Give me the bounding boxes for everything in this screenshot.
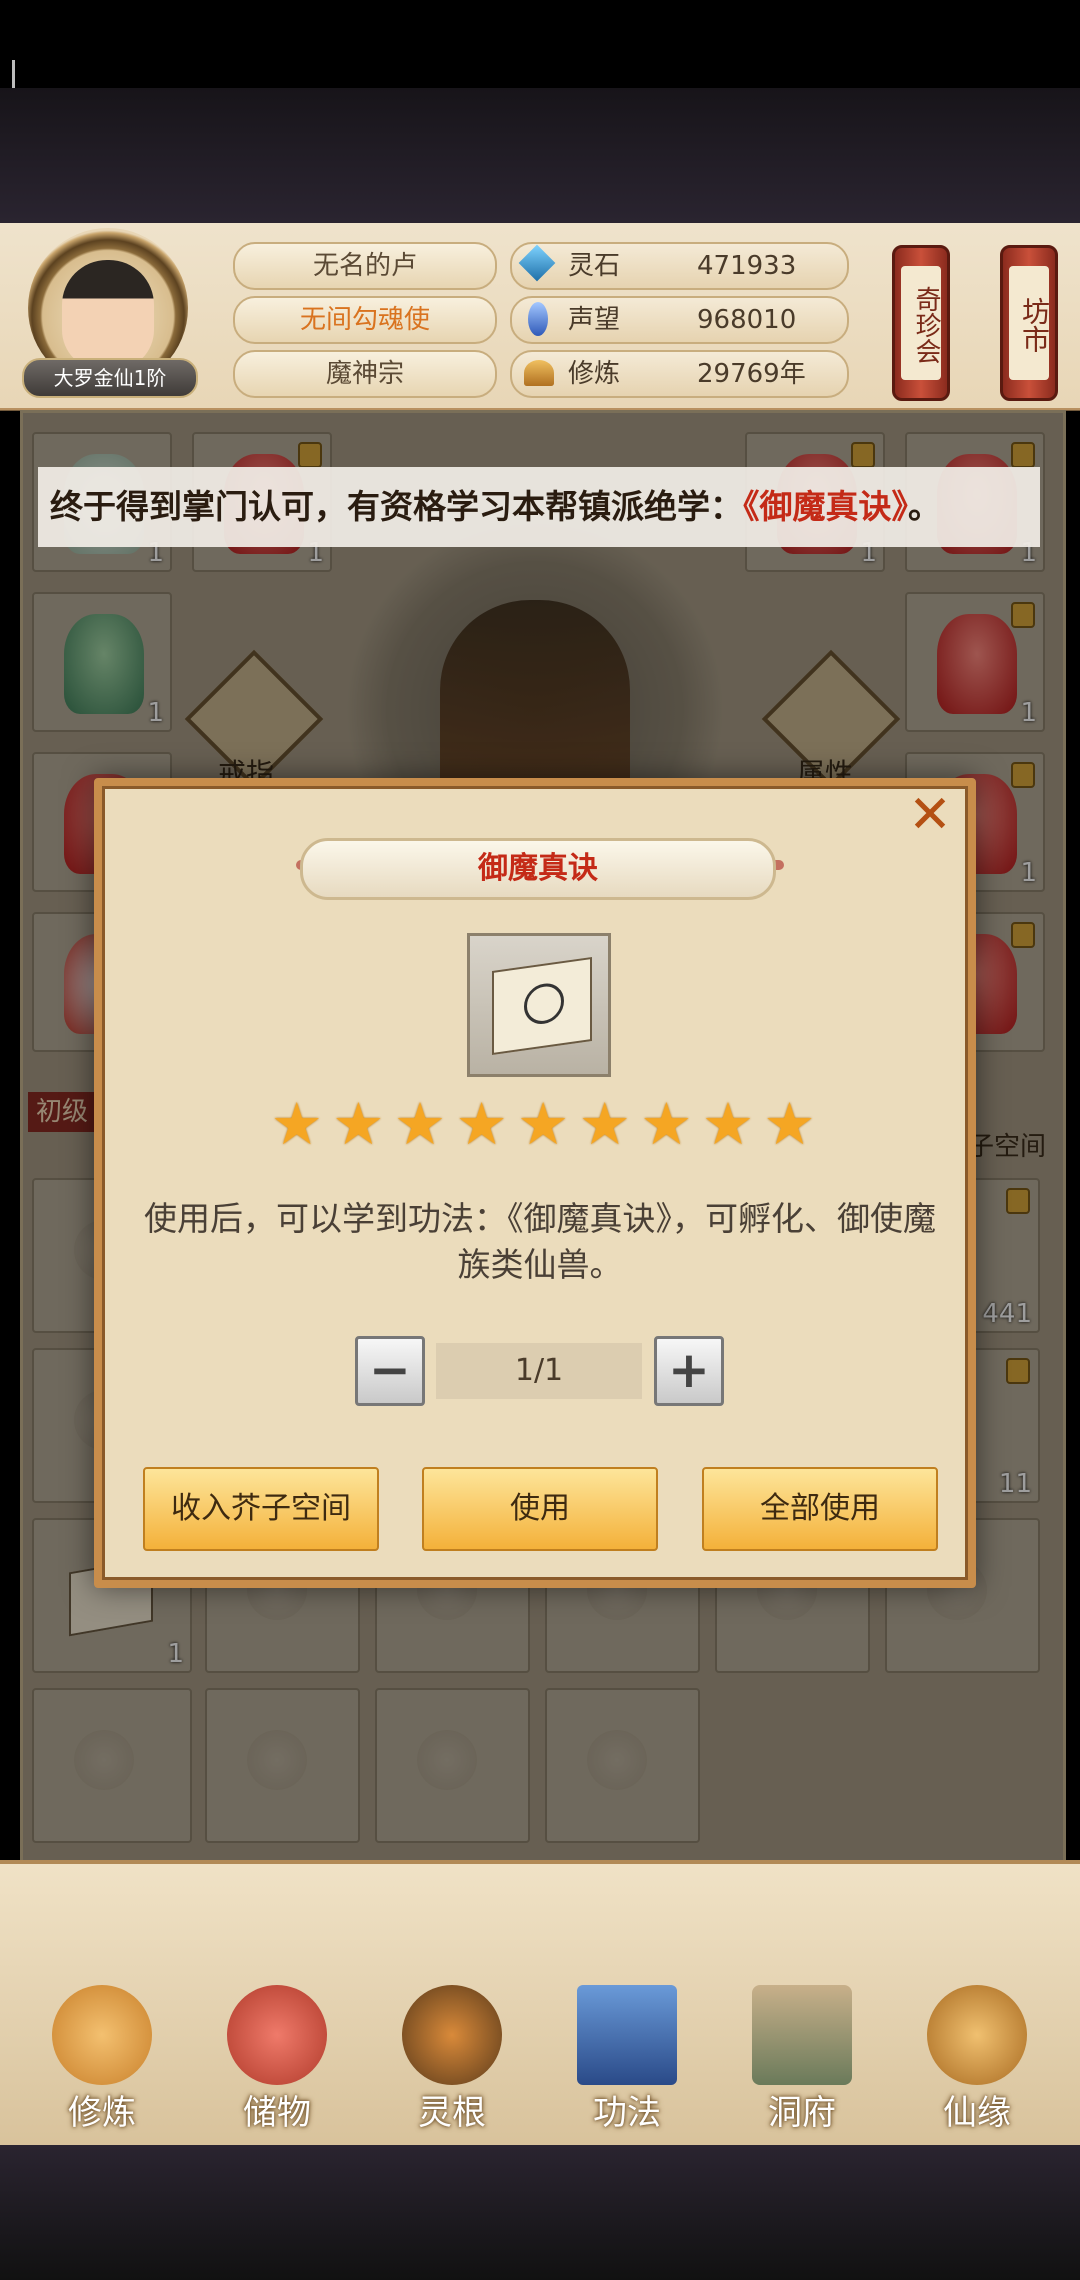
cultivation-icon bbox=[524, 360, 554, 386]
resource-row-cultivation: 修炼 29769年 bbox=[510, 350, 849, 398]
resource-row-spirit-stone: 灵石 471933 bbox=[510, 242, 849, 290]
star-icon: ★ bbox=[517, 1090, 570, 1158]
increase-button[interactable]: + bbox=[654, 1336, 724, 1406]
resource-row-reputation: 声望 968010 bbox=[510, 296, 849, 344]
star-icon: ★ bbox=[578, 1090, 631, 1158]
bottom-band bbox=[0, 2145, 1080, 2280]
use-all-button[interactable]: 全部使用 bbox=[702, 1467, 938, 1551]
avatar-portrait bbox=[62, 260, 154, 370]
rank-label: 大罗金仙1阶 bbox=[22, 358, 198, 398]
nav-label: 灵根 bbox=[418, 2093, 486, 2133]
notice-prefix: 终于得到掌门认可，有资格学习本帮镇派绝学： bbox=[50, 487, 743, 526]
star-icon: ★ bbox=[332, 1090, 385, 1158]
store-in-space-button[interactable]: 收入芥子空间 bbox=[143, 1467, 379, 1551]
seal-icon bbox=[524, 980, 564, 1027]
nav-label: 功法 bbox=[593, 2093, 661, 2133]
dialog-title: 御魔真诀 bbox=[300, 838, 776, 900]
nav-spirit-root[interactable]: 灵根 bbox=[382, 1985, 522, 2135]
item-icon-frame bbox=[467, 933, 611, 1077]
nav-label: 储物 bbox=[243, 2093, 311, 2133]
nav-cave[interactable]: 洞府 bbox=[732, 1985, 872, 2135]
monk-icon bbox=[52, 1985, 152, 2085]
notice-banner: 终于得到掌门认可，有资格学习本帮镇派绝学：《御魔真诀》。 bbox=[38, 467, 1040, 547]
nav-label: 仙缘 bbox=[943, 2093, 1011, 2133]
nav-skills[interactable]: 功法 bbox=[557, 1985, 697, 2135]
nav-fate[interactable]: 仙缘 bbox=[907, 1985, 1047, 2135]
nav-storage[interactable]: 储物 bbox=[207, 1985, 347, 2135]
item-description: 使用后，可以学到功法：《御魔真诀》，可孵化、御使魔族类仙兽。 bbox=[144, 1199, 936, 1284]
treasure-fair-label: 奇珍会 bbox=[901, 266, 941, 380]
player-sect: 魔神宗 bbox=[233, 350, 497, 398]
use-button[interactable]: 使用 bbox=[422, 1467, 658, 1551]
treasure-fair-button[interactable]: 奇珍会 bbox=[892, 245, 950, 401]
nav-cultivate[interactable]: 修炼 bbox=[32, 1985, 172, 2135]
star-icon: ★ bbox=[763, 1090, 816, 1158]
gourd-icon bbox=[927, 1985, 1027, 2085]
star-icon: ★ bbox=[393, 1090, 446, 1158]
player-title[interactable]: 无间勾魂使 bbox=[233, 296, 497, 344]
star-icon: ★ bbox=[270, 1090, 323, 1158]
spirit-root-icon bbox=[402, 1985, 502, 2085]
spirit-stone-icon bbox=[518, 244, 556, 282]
resource-label: 修炼 bbox=[568, 359, 621, 389]
notice-highlight: 《御魔真诀》 bbox=[743, 487, 908, 526]
reputation-icon bbox=[528, 302, 548, 336]
star-icon: ★ bbox=[455, 1090, 508, 1158]
star-icon: ★ bbox=[701, 1090, 754, 1158]
resource-value: 29769年 bbox=[697, 359, 806, 389]
nav-label: 修炼 bbox=[68, 2093, 136, 2133]
market-button[interactable]: 坊市 bbox=[1000, 245, 1058, 401]
resource-label: 声望 bbox=[568, 305, 621, 335]
cave-dwelling-icon bbox=[752, 1985, 852, 2085]
bag-icon bbox=[227, 1985, 327, 2085]
quantity-display: 1/1 bbox=[436, 1343, 642, 1399]
scripture-book-icon bbox=[577, 1985, 677, 2085]
player-name: 无名的卢 bbox=[233, 242, 497, 290]
resource-label: 灵石 bbox=[568, 251, 621, 281]
status-bar bbox=[0, 0, 1080, 88]
star-rating: ★ ★ ★ ★ ★ ★ ★ ★ ★ bbox=[266, 1094, 822, 1154]
resource-value: 968010 bbox=[697, 305, 797, 335]
resource-value: 471933 bbox=[697, 251, 797, 281]
notice-suffix: 。 bbox=[908, 487, 941, 526]
book-icon bbox=[492, 956, 592, 1056]
market-label: 坊市 bbox=[1009, 266, 1051, 380]
star-icon: ★ bbox=[640, 1090, 693, 1158]
decrease-button[interactable]: − bbox=[355, 1336, 425, 1406]
top-band bbox=[0, 88, 1080, 223]
close-icon[interactable]: ✕ bbox=[905, 789, 955, 841]
nav-label: 洞府 bbox=[768, 2093, 836, 2133]
